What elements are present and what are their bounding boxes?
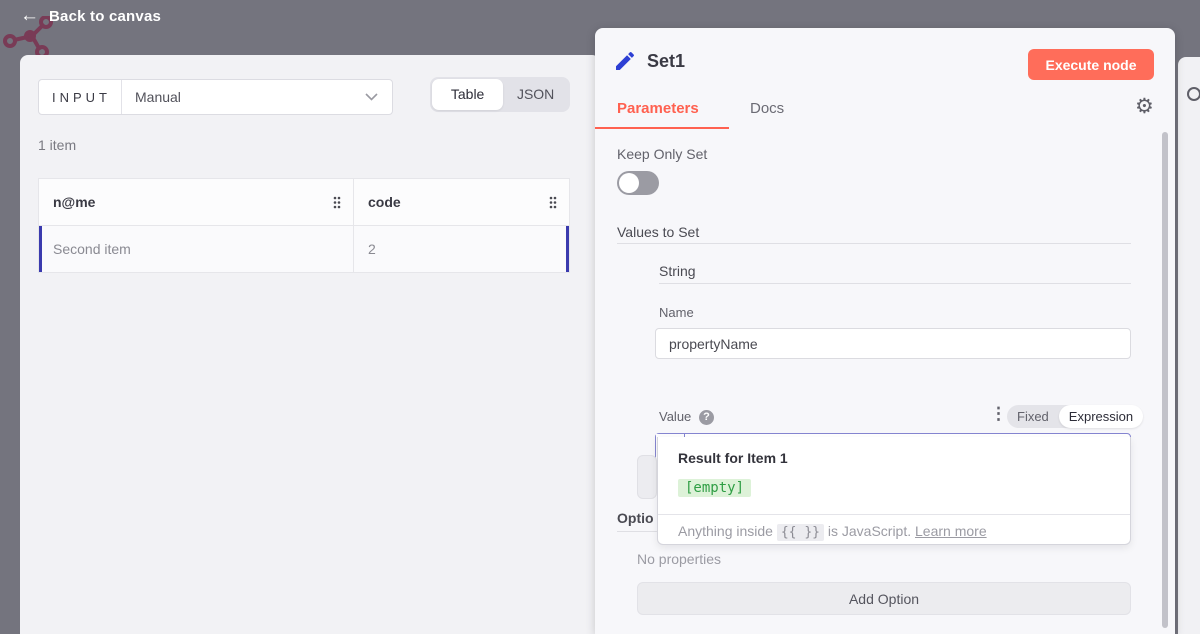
section-divider — [659, 283, 1131, 284]
back-to-canvas-label: Back to canvas — [49, 8, 161, 25]
kebab-menu-icon[interactable]: ⋮ — [990, 404, 1007, 424]
result-title: Result for Item 1 — [678, 450, 788, 466]
input-source-select[interactable]: INPUT Manual — [38, 79, 393, 115]
values-to-set-label: Values to Set — [617, 224, 699, 240]
gear-icon[interactable]: ⚙ — [1135, 94, 1154, 119]
cell-value: Second item — [53, 241, 131, 257]
section-divider — [617, 243, 1131, 244]
toggle-knob — [619, 173, 639, 193]
keep-only-set-label: Keep Only Set — [617, 146, 707, 162]
options-section-label: Optio — [617, 510, 654, 526]
view-json-tab[interactable]: JSON — [503, 79, 568, 110]
expression-hint: Anything inside {{ }} is JavaScript. Lea… — [678, 523, 987, 540]
name-input[interactable] — [655, 328, 1131, 359]
result-value: [empty] — [678, 479, 751, 497]
drag-grip-icon[interactable] — [549, 196, 557, 209]
panel-scrollbar[interactable] — [1162, 132, 1168, 628]
row-insert-marker — [39, 226, 42, 272]
name-field-label: Name — [659, 305, 694, 320]
mode-fixed-option[interactable]: Fixed — [1007, 405, 1059, 428]
input-panel: INPUT Manual Table JSON 1 item n@me code — [20, 55, 600, 634]
input-data-table: n@me code Second item 2 — [38, 178, 570, 273]
node-settings-panel: Set1 Execute node Parameters Docs ⚙ Keep… — [595, 28, 1175, 634]
mode-expression-option[interactable]: Expression — [1059, 405, 1143, 428]
table-cell[interactable]: Second item — [39, 226, 354, 272]
learn-more-link[interactable]: Learn more — [915, 523, 987, 539]
back-to-canvas-button[interactable]: ← Back to canvas — [20, 4, 161, 28]
row-insert-marker — [566, 226, 569, 272]
output-panel-edge — [1178, 57, 1200, 634]
hint-text: is JavaScript. — [824, 523, 915, 539]
edit-pencil-icon[interactable] — [613, 49, 637, 73]
active-tab-underline — [595, 127, 729, 129]
tab-parameters[interactable]: Parameters — [617, 100, 699, 117]
keep-only-set-toggle[interactable] — [617, 171, 659, 195]
node-header: Set1 Execute node Parameters Docs ⚙ — [595, 28, 1175, 128]
input-items-count: 1 item — [38, 137, 76, 153]
table-row[interactable]: Second item 2 — [39, 225, 569, 272]
back-arrow-icon: ← — [20, 4, 39, 28]
hint-text: Anything inside — [678, 523, 777, 539]
output-label-partial — [1187, 87, 1200, 101]
drag-grip-icon[interactable] — [333, 196, 341, 209]
input-panel-label: INPUT — [39, 80, 122, 114]
node-title: Set1 — [647, 51, 685, 72]
tab-docs[interactable]: Docs — [750, 100, 784, 117]
chevron-down-icon — [365, 93, 378, 101]
n8n-node-detail-screen: ← Back to canvas INPUT Manual Table JSON… — [0, 0, 1200, 634]
cell-value: 2 — [368, 241, 376, 257]
add-option-button[interactable]: Add Option — [637, 582, 1131, 615]
no-properties-text: No properties — [637, 551, 721, 567]
value-field-label: Value — [659, 409, 691, 424]
string-section-label: String — [659, 263, 696, 279]
section-divider — [617, 531, 657, 532]
view-table-tab[interactable]: Table — [432, 79, 503, 110]
table-cell[interactable]: 2 — [354, 226, 569, 272]
column-name-label: n@me — [53, 194, 95, 210]
table-header-cell[interactable]: code — [354, 179, 569, 225]
popup-divider — [658, 514, 1130, 515]
execute-node-button[interactable]: Execute node — [1028, 49, 1154, 80]
column-code-label: code — [368, 194, 549, 210]
obscured-button-edge — [637, 455, 657, 499]
table-header-row: n@me code — [39, 179, 569, 225]
help-question-icon[interactable]: ? — [699, 410, 714, 425]
table-header-cell[interactable]: n@me — [39, 179, 354, 225]
hint-code-chip: {{ }} — [777, 524, 824, 541]
value-mode-toggle: Fixed Expression — [1007, 405, 1131, 428]
input-view-toggle: Table JSON — [430, 77, 570, 112]
expression-result-popup: Result for Item 1 [empty] Anything insid… — [657, 437, 1131, 545]
input-source-value: Manual — [122, 89, 365, 105]
